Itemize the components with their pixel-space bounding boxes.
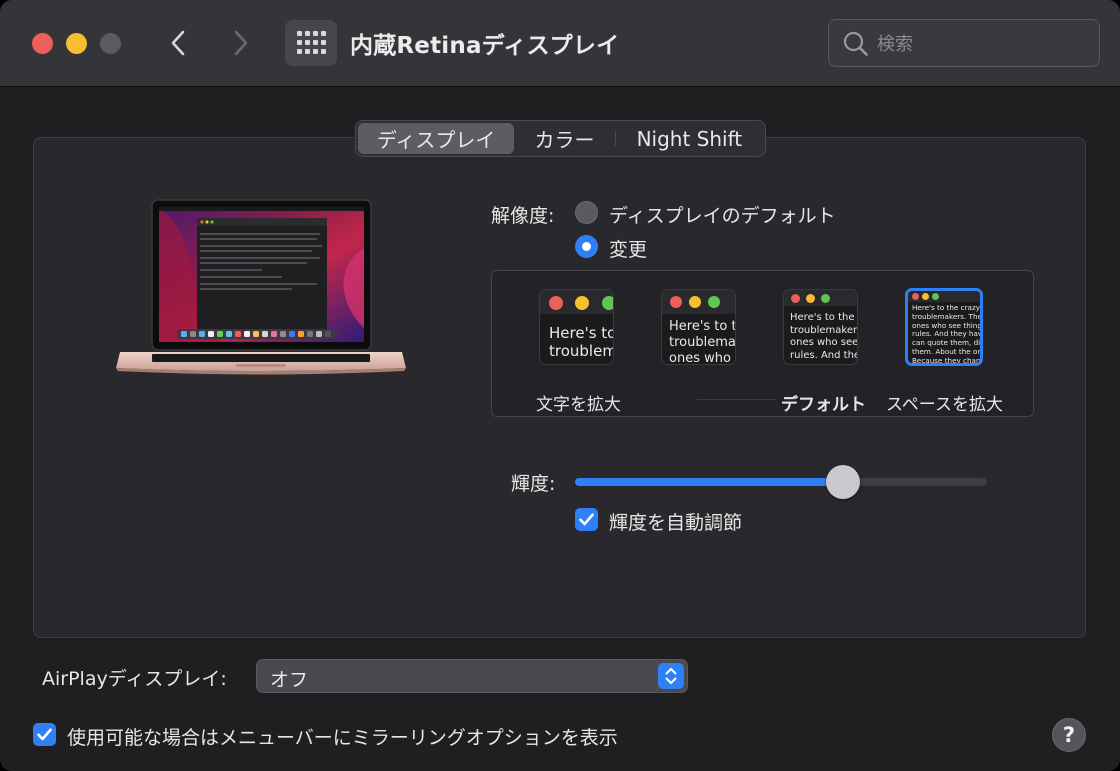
thumb-titlebar	[908, 291, 980, 302]
search-input[interactable]	[877, 31, 1087, 57]
radio-scaled-label: 変更	[609, 239, 648, 261]
help-button[interactable]: ?	[1052, 718, 1086, 752]
minimize-button[interactable]	[66, 33, 87, 54]
system-preferences-window: 内蔵Retinaディスプレイ ディスプレイ カラー Night Shift	[0, 0, 1120, 771]
thumb-preview-text: Here's to t troublema ones who	[669, 319, 736, 365]
thumb-titlebar	[784, 290, 857, 307]
show-all-button[interactable]	[285, 20, 337, 66]
brightness-slider[interactable]	[575, 465, 987, 499]
scale-option-2[interactable]: Here's to t troublema ones who	[661, 289, 736, 365]
airplay-display-label: AirPlayディスプレイ:	[42, 668, 227, 690]
search-icon	[841, 29, 871, 59]
scale-label-default: デフォルト	[781, 395, 866, 415]
scale-label-larger-text: 文字を拡大	[536, 395, 621, 415]
mirroring-options-checkbox[interactable]	[33, 723, 56, 746]
macbook-image	[112, 198, 410, 380]
tab-bar: ディスプレイ カラー Night Shift	[355, 120, 766, 157]
brightness-slider-knob[interactable]	[826, 465, 860, 499]
scale-option-more-space[interactable]: Here's to the crazy one troublemakers. T…	[905, 288, 983, 366]
zoom-button[interactable]	[100, 33, 121, 54]
radio-scaled[interactable]	[575, 235, 598, 258]
thumb-titlebar	[662, 290, 735, 314]
tab-display[interactable]: ディスプレイ	[358, 123, 515, 154]
grid-icon	[297, 31, 326, 54]
search-field[interactable]	[828, 19, 1100, 67]
airplay-display-select[interactable]: オフ	[256, 659, 688, 693]
updown-chevron-icon	[658, 663, 684, 689]
scale-option-default[interactable]: Here's to the cr troublemakers. ones who…	[783, 289, 858, 365]
thumb-titlebar	[540, 290, 613, 314]
tab-night-shift[interactable]: Night Shift	[616, 123, 763, 154]
brightness-label: 輝度:	[511, 473, 556, 495]
forward-button[interactable]	[224, 24, 258, 62]
resolution-label: 解像度:	[491, 205, 555, 227]
airplay-display-value: オフ	[270, 669, 309, 691]
brightness-slider-fill	[575, 478, 843, 486]
scale-option-larger-text[interactable]: Here's to troublem	[539, 289, 614, 365]
radio-default-for-display[interactable]	[575, 201, 598, 224]
thumb-preview-text: Here's to troublem	[549, 324, 614, 360]
checkmark-icon	[579, 513, 594, 526]
scale-label-more-space: スペースを拡大	[886, 395, 1003, 415]
mirroring-options-label: 使用可能な場合はメニューバーにミラーリングオプションを表示	[67, 727, 618, 749]
thumb-preview-text: Here's to the cr troublemakers. ones who…	[790, 312, 858, 361]
chevron-right-icon	[234, 30, 248, 56]
close-button[interactable]	[32, 33, 53, 54]
back-button[interactable]	[162, 24, 196, 62]
radio-default-label: ディスプレイのデフォルト	[609, 205, 836, 227]
auto-brightness-checkbox[interactable]	[575, 508, 598, 531]
chevron-left-icon	[171, 30, 185, 56]
auto-brightness-label: 輝度を自動調節	[609, 512, 743, 534]
tab-color[interactable]: カラー	[514, 123, 615, 154]
checkmark-icon	[37, 728, 52, 741]
scale-options-box: Here's to troublem Here's to t troublema…	[491, 270, 1034, 417]
thumb-preview-text: Here's to the crazy one troublemakers. T…	[912, 304, 983, 365]
window-title: 内蔵Retinaディスプレイ	[350, 33, 620, 59]
titlebar: 内蔵Retinaディスプレイ	[0, 0, 1120, 87]
scale-divider	[697, 399, 777, 400]
